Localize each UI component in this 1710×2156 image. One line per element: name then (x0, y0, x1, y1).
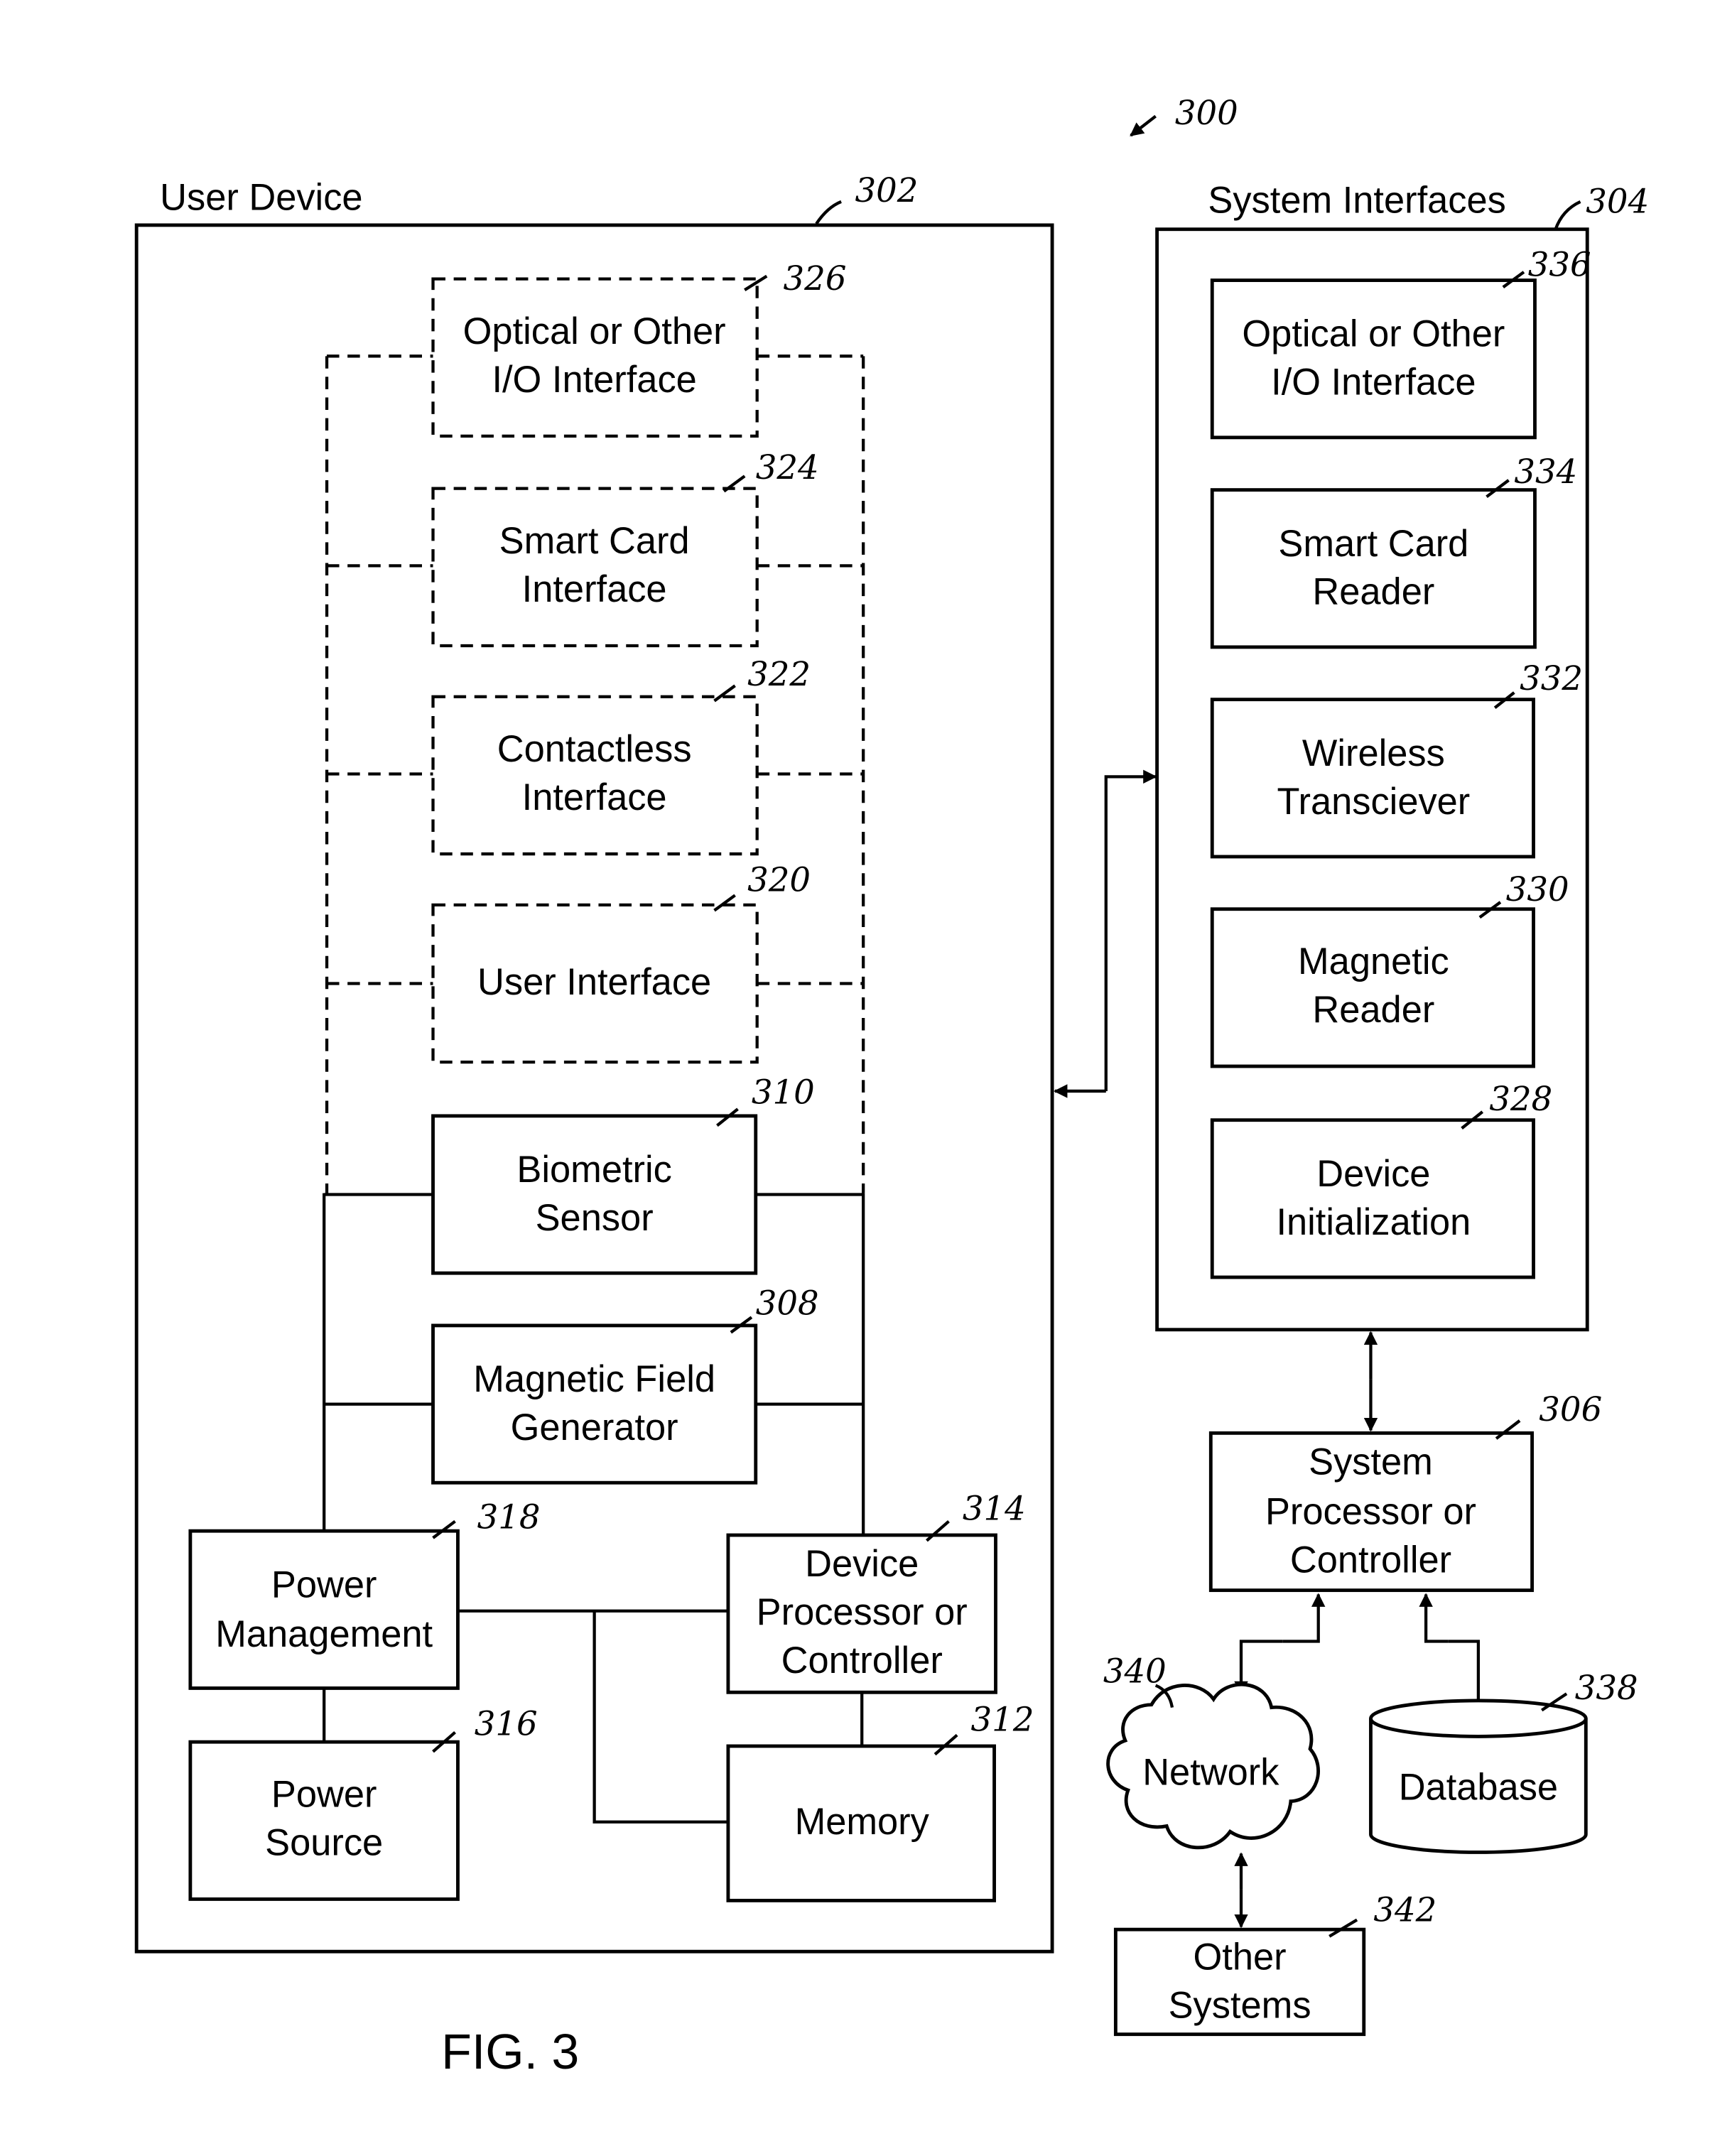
database-cylinder: Database 338 (1369, 1669, 1638, 1854)
svg-text:User Interface: User Interface (477, 962, 711, 1003)
svg-text:320: 320 (747, 860, 811, 899)
svg-text:306: 306 (1539, 1390, 1602, 1429)
svg-text:308: 308 (756, 1284, 819, 1322)
svg-text:I/O Interface: I/O Interface (492, 359, 696, 401)
svg-text:Device: Device (805, 1544, 919, 1585)
svg-text:Controller: Controller (1290, 1539, 1451, 1581)
svg-text:Memory: Memory (795, 1802, 930, 1843)
svg-text:Controller: Controller (781, 1640, 943, 1681)
svg-text:324: 324 (756, 448, 819, 487)
svg-text:330: 330 (1506, 870, 1569, 909)
svg-text:System: System (1309, 1442, 1433, 1483)
figure-ref-300: 300 (1130, 94, 1238, 137)
svg-text:Wireless: Wireless (1302, 733, 1445, 774)
user-device-title: User Device (160, 178, 362, 219)
svg-text:336: 336 (1528, 246, 1591, 284)
svg-text:304: 304 (1586, 182, 1649, 220)
svg-text:Power: Power (271, 1564, 377, 1605)
svg-text:Biometric: Biometric (516, 1149, 671, 1191)
svg-text:310: 310 (752, 1073, 815, 1111)
system-interfaces-group: System Interfaces 304 Optical or Other I… (1155, 180, 1649, 1332)
system-processor-block: System Processor or Controller 306 (1208, 1390, 1602, 1593)
svg-text:338: 338 (1575, 1669, 1638, 1707)
processor-database-link (1419, 1593, 1449, 1643)
svg-text:312: 312 (971, 1701, 1034, 1739)
svg-text:Smart Card: Smart Card (499, 521, 690, 562)
svg-text:Database: Database (1399, 1767, 1558, 1809)
figure-caption: FIG. 3 (441, 2024, 579, 2079)
svg-text:Source: Source (265, 1822, 383, 1863)
other-systems-block: Other Systems 342 (1113, 1891, 1436, 2037)
svg-text:322: 322 (747, 655, 811, 693)
svg-text:Contactless: Contactless (497, 729, 692, 770)
svg-text:Interface: Interface (522, 569, 667, 610)
svg-text:Optical or Other: Optical or Other (463, 311, 726, 352)
user-device-group: User Device 302 Optical or Other I/O Int… (134, 171, 1054, 1954)
system-interfaces-title: System Interfaces (1208, 180, 1505, 221)
svg-text:326: 326 (784, 259, 847, 298)
processor-network-link (1282, 1593, 1326, 1643)
svg-text:Other: Other (1194, 1936, 1287, 1978)
svg-text:318: 318 (477, 1497, 541, 1536)
svg-text:Processor or: Processor or (757, 1592, 968, 1633)
svg-text:Magnetic: Magnetic (1298, 941, 1449, 982)
svg-text:Smart Card: Smart Card (1278, 524, 1468, 565)
user-device-ref: 302 (855, 171, 918, 210)
svg-text:Processor or: Processor or (1265, 1491, 1476, 1532)
svg-text:Magnetic Field: Magnetic Field (473, 1359, 715, 1400)
svg-text:Optical or Other: Optical or Other (1242, 314, 1505, 355)
svg-text:Systems: Systems (1169, 1985, 1311, 2026)
svg-text:Generator: Generator (511, 1407, 678, 1448)
figure-ref: 300 (1175, 94, 1238, 132)
svg-text:316: 316 (475, 1704, 538, 1743)
patent-diagram: 300 User Device 302 Optical or Other I/O… (134, 94, 1649, 2079)
svg-text:Initialization: Initialization (1276, 1202, 1471, 1243)
device-to-interfaces-link (1104, 769, 1157, 1091)
svg-text:342: 342 (1373, 1891, 1436, 1929)
svg-text:314: 314 (963, 1490, 1026, 1528)
svg-text:I/O Interface: I/O Interface (1271, 362, 1476, 403)
svg-text:Reader: Reader (1312, 990, 1434, 1031)
svg-text:328: 328 (1489, 1080, 1552, 1118)
svg-text:334: 334 (1514, 453, 1577, 491)
svg-text:Power: Power (271, 1774, 377, 1815)
svg-text:332: 332 (1520, 659, 1583, 698)
svg-text:Transciever: Transciever (1277, 781, 1470, 823)
svg-text:Network: Network (1142, 1752, 1279, 1793)
svg-text:Device: Device (1316, 1154, 1430, 1195)
svg-text:Sensor: Sensor (536, 1198, 654, 1239)
svg-text:Reader: Reader (1312, 572, 1434, 613)
network-cloud: Network 340 (1103, 1652, 1320, 1850)
svg-text:Interface: Interface (522, 777, 667, 818)
svg-text:Management: Management (215, 1614, 433, 1655)
